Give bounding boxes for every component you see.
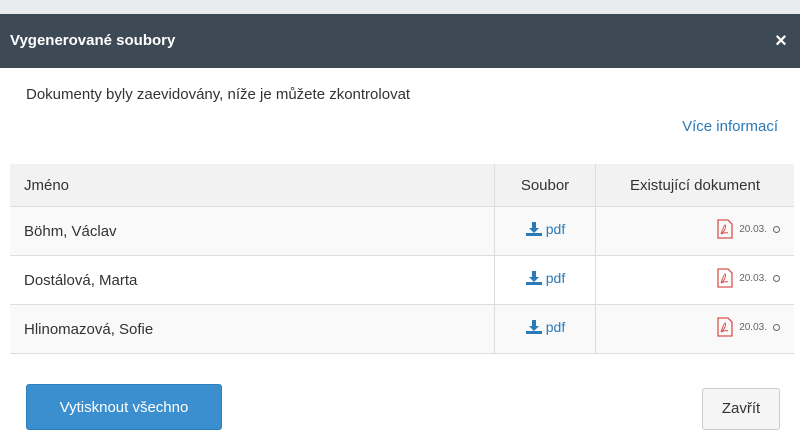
row-existing-cell: 20.03. xyxy=(595,304,794,354)
existing-date: 20.03. xyxy=(739,272,767,284)
print-all-button[interactable]: Vytisknout všechno xyxy=(26,384,222,430)
download-pdf-link[interactable]: pdf xyxy=(525,221,565,237)
download-icon xyxy=(525,320,542,334)
download-label: pdf xyxy=(545,270,566,286)
table-row: Böhm, Václav pdf 20.03. xyxy=(10,206,794,256)
circle-icon xyxy=(773,225,780,233)
pdf-file-icon[interactable] xyxy=(717,268,733,288)
generated-files-table: Jméno Soubor Existující dokument Böhm, V… xyxy=(10,164,794,354)
row-file-cell: pdf xyxy=(494,255,596,305)
table-row: Hlinomazová, Sofie pdf 20.03. xyxy=(10,304,794,354)
table-header-row: Jméno Soubor Existující dokument xyxy=(10,164,794,207)
circle-icon xyxy=(773,323,780,331)
close-icon[interactable]: × xyxy=(770,14,792,68)
table-row: Dostálová, Marta pdf 20.03. xyxy=(10,255,794,305)
column-header-file: Soubor xyxy=(494,164,596,207)
download-icon xyxy=(525,222,542,236)
existing-date: 20.03. xyxy=(739,321,767,333)
circle-icon xyxy=(773,274,780,282)
row-name: Hlinomazová, Sofie xyxy=(10,304,495,354)
column-header-name: Jméno xyxy=(10,164,495,207)
row-file-cell: pdf xyxy=(494,206,596,256)
modal-title: Vygenerované soubory xyxy=(10,32,176,49)
existing-date: 20.03. xyxy=(739,223,767,235)
modal-header: Vygenerované soubory × xyxy=(0,14,800,68)
download-pdf-link[interactable]: pdf xyxy=(525,319,565,335)
download-pdf-link[interactable]: pdf xyxy=(525,270,565,286)
row-file-cell: pdf xyxy=(494,304,596,354)
pdf-file-icon[interactable] xyxy=(717,219,733,239)
row-existing-cell: 20.03. xyxy=(595,206,794,256)
row-existing-cell: 20.03. xyxy=(595,255,794,305)
download-label: pdf xyxy=(545,319,566,335)
pdf-file-icon[interactable] xyxy=(717,317,733,337)
column-header-existing: Existující dokument xyxy=(595,164,794,207)
intro-text: Dokumenty byly zaevidovány, níže je může… xyxy=(26,86,411,103)
close-button[interactable]: Zavřít xyxy=(702,388,780,430)
download-icon xyxy=(525,271,542,285)
download-label: pdf xyxy=(545,221,566,237)
row-name: Dostálová, Marta xyxy=(10,255,495,305)
row-name: Böhm, Václav xyxy=(10,206,495,256)
more-info-link[interactable]: Více informací xyxy=(682,118,778,135)
page-backdrop xyxy=(0,0,800,14)
